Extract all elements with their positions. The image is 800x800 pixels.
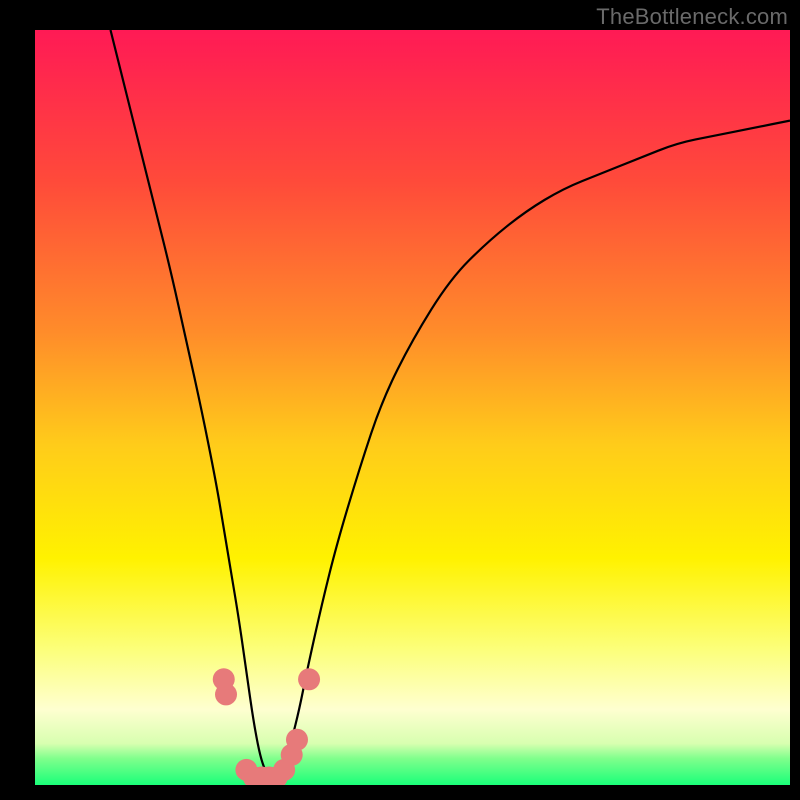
chart-plot-area [35, 30, 790, 785]
watermark-text: TheBottleneck.com [596, 4, 788, 30]
chart-svg [35, 30, 790, 785]
highlight-marker [286, 729, 308, 751]
highlight-marker [215, 683, 237, 705]
highlight-marker [298, 668, 320, 690]
